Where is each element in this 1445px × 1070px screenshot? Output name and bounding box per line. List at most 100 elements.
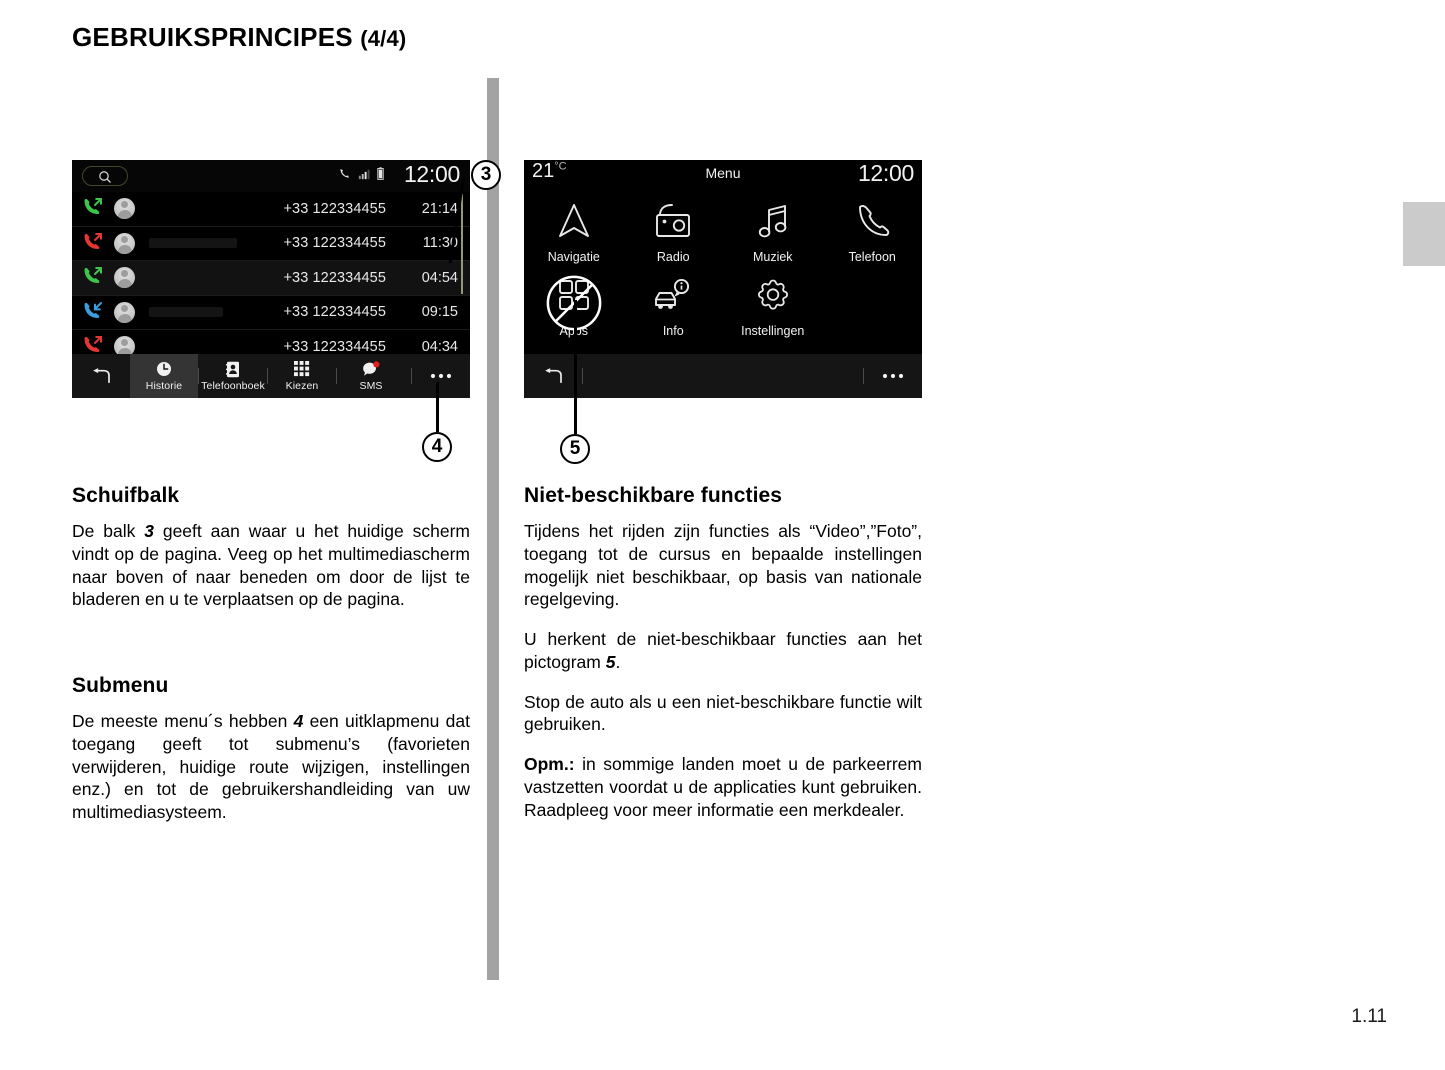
menu-item-navigatie[interactable]: Navigatie [524, 198, 624, 264]
column-divider [487, 78, 499, 980]
car-info-icon [653, 272, 693, 318]
call-number: +33 122334455 [283, 269, 386, 286]
menu-item-radio[interactable]: Radio [624, 198, 724, 264]
menu-row-2: Apps Info [524, 272, 922, 338]
menu-item-info[interactable]: Info [624, 272, 724, 338]
paragraph-text: De balk [72, 521, 145, 541]
call-history-screen: 12:00 +33 122334455 21:14 +33 122334455 11:… [72, 160, 470, 398]
call-history-row[interactable]: +33 122334455 09:15 [72, 296, 470, 330]
contact-avatar [114, 198, 135, 220]
section-schuifbalk: Schuifbalk De balk 3 geeft aan waar u he… [72, 484, 470, 611]
page-title-part: (4/4) [360, 26, 407, 51]
more-options-icon [430, 373, 452, 379]
section-heading: Niet-beschikbare functies [524, 484, 783, 507]
call-history-list[interactable]: +33 122334455 21:14 +33 122334455 11:30 +33 … [72, 192, 470, 365]
section-paragraph: Tijdens het rijden zijn functies als “Vi… [524, 521, 922, 610]
section-heading: Submenu [72, 674, 169, 697]
callout-reference: 4 [293, 711, 304, 731]
callout-reference: 5 [605, 651, 616, 672]
call-direction-icon [72, 265, 114, 290]
menu-item-label: Info [662, 324, 684, 338]
separator [582, 368, 583, 384]
menu-item-label: Navigatie [547, 250, 600, 264]
signal-icon [358, 169, 370, 180]
section-submenu: Submenu De meeste menu´s hebben 4 een ui… [72, 674, 470, 824]
scrollbar[interactable] [461, 194, 463, 294]
back-button[interactable] [72, 354, 130, 398]
call-direction-icon [72, 231, 114, 256]
call-number: +33 122334455 [283, 235, 386, 252]
callout-label: 3 [480, 164, 492, 185]
contact-avatar [114, 267, 135, 289]
keypad-icon [294, 361, 310, 378]
menu-item-muziek[interactable]: Muziek [723, 198, 823, 264]
call-direction-icon [72, 300, 114, 325]
menu-item-label: Telefoon [848, 250, 896, 264]
contact-avatar [114, 301, 135, 323]
callout-label: 4 [431, 436, 443, 457]
call-time: 04:54 [421, 269, 458, 286]
menu-item-instellingen[interactable]: Instellingen [723, 272, 823, 338]
tab-kiezen[interactable]: Kiezen [268, 354, 336, 398]
more-options-button[interactable] [864, 373, 922, 379]
call-history-row[interactable]: +33 122334455 04:54 [72, 261, 470, 296]
menu-item-label: Muziek [752, 250, 793, 264]
callout-label: 5 [569, 438, 581, 459]
tab-historie[interactable]: Historie [130, 354, 198, 398]
page-number: 1.11 [1351, 1006, 1387, 1027]
leader-line-5 [574, 300, 577, 434]
section-note: Opm.: in sommige landen moet u de parkee… [524, 753, 922, 821]
paragraph-text: De meeste menu´s hebben [72, 711, 294, 731]
call-time: 11:30 [422, 235, 458, 252]
call-history-row[interactable]: +33 122334455 21:14 [72, 192, 470, 227]
call-direction-icon [72, 196, 114, 221]
phone-clock: 12:00 [403, 161, 460, 187]
tab-label: SMS [359, 379, 383, 392]
call-number: +33 122334455 [283, 200, 386, 217]
phone-status-bar: 12:00 [72, 160, 470, 192]
menu-clock: 12:00 [857, 160, 914, 186]
note-text: in sommige landen moet u de parkeerrem v… [524, 754, 922, 820]
menu-grid: Navigatie Radio Muziek Telefoon Info Ins… [524, 190, 922, 338]
navigation-arrow-icon [557, 198, 591, 244]
tab-telefoonboek[interactable]: Telefoonboek [199, 354, 267, 398]
menu-item-label: Radio [656, 250, 690, 264]
contact-name-redacted [149, 238, 237, 249]
chapter-edge-tab [1403, 202, 1445, 266]
callout-4: 4 [422, 432, 452, 462]
gear-icon [755, 272, 791, 318]
tab-sms[interactable]: SMS [337, 354, 405, 398]
contacts-icon [226, 361, 240, 378]
back-arrow-icon [93, 368, 110, 384]
callout-reference: 3 [144, 521, 154, 541]
phone-icon [340, 169, 349, 178]
leader-line-4 [436, 382, 439, 432]
section-paragraph: Stop de auto als u een niet-beschikbare … [524, 691, 922, 735]
phone-handset-icon [854, 198, 890, 244]
callout-3: 3 [471, 160, 501, 190]
section-paragraph: De meeste menu´s hebben 4 een uitklap­me… [72, 710, 470, 824]
back-arrow-icon [545, 368, 562, 384]
main-menu-screen: 21°C Menu 12:00 Navigatie Radio Muziek T… [524, 160, 922, 398]
callout-5: 5 [560, 434, 590, 464]
search-button[interactable] [82, 166, 128, 186]
menu-status-bar: 21°C Menu 12:00 [524, 160, 922, 190]
call-time: 21:14 [421, 200, 458, 217]
call-history-row[interactable]: +33 122334455 11:30 [72, 227, 470, 261]
menu-item-telefoon[interactable]: Telefoon [823, 198, 923, 264]
call-number: +33 122334455 [283, 304, 386, 321]
radio-icon [653, 198, 693, 244]
menu-row-1: Navigatie Radio Muziek Telefoon [524, 198, 922, 264]
more-options-button[interactable] [412, 373, 470, 379]
clock-icon [156, 361, 172, 378]
contact-avatar [114, 232, 135, 254]
paragraph-text: . [615, 651, 621, 672]
menu-item-label: Instellingen [741, 324, 805, 338]
status-icon-group [338, 167, 384, 180]
call-number: +33 122334455 [283, 338, 386, 355]
page-title: GEBRUIKSPRINCIPES (4/4) [72, 22, 406, 53]
music-note-icon [756, 198, 790, 244]
menu-bottom-bar [524, 354, 922, 398]
battery-icon [377, 167, 384, 180]
section-paragraph: De balk 3 geeft aan waar u het huidige s… [72, 520, 470, 611]
